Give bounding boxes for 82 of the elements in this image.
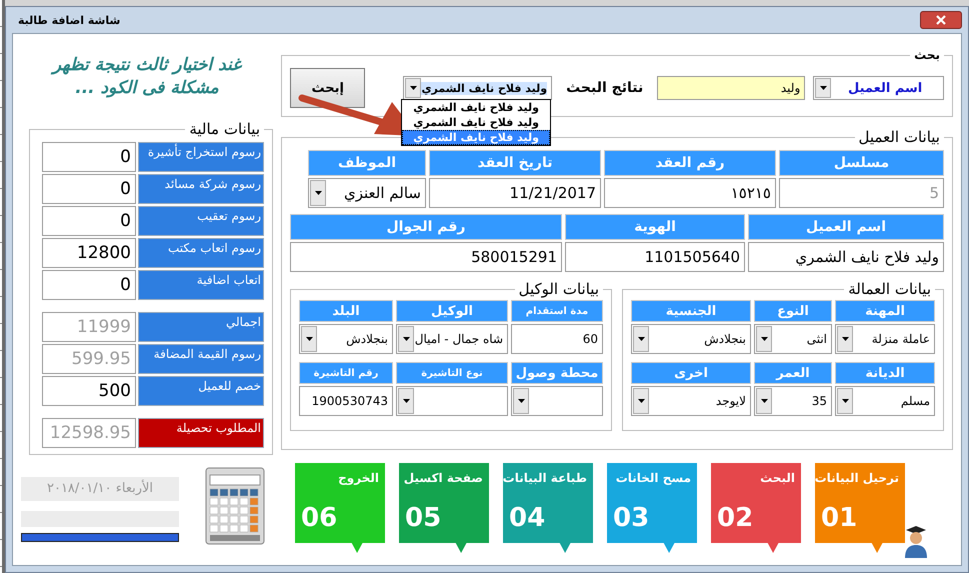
field-label: رسوم استخراج تأشيرة bbox=[138, 142, 264, 172]
group-title: بحث bbox=[913, 48, 941, 62]
calculator-icon bbox=[205, 467, 265, 545]
field-label: المهنة bbox=[835, 300, 935, 322]
combo-box[interactable]: سالم العنزي bbox=[308, 178, 426, 208]
combo-box[interactable]: لايوجد bbox=[631, 386, 751, 416]
group-title: بيانات العميل bbox=[858, 128, 941, 146]
field-label: اتعاب اضافية bbox=[138, 270, 264, 300]
person-icon bbox=[903, 525, 929, 559]
close-icon bbox=[936, 15, 946, 25]
combo-box[interactable] bbox=[396, 386, 508, 416]
caret-icon bbox=[402, 337, 410, 341]
caret-icon bbox=[306, 337, 312, 341]
field-label: رقم العقد bbox=[604, 150, 776, 176]
field-label: الهوية bbox=[565, 214, 745, 240]
field-label: رسوم القيمة المضافة bbox=[138, 344, 264, 374]
caret-icon bbox=[842, 399, 848, 403]
field-label: مدة استقدام bbox=[511, 300, 603, 322]
field-label: الموظف bbox=[308, 150, 426, 176]
combo-box[interactable]: شاه جمال - اميال bbox=[396, 324, 508, 354]
caret-icon bbox=[402, 399, 410, 403]
text-field[interactable]: وليد فلاح نايف الشمري bbox=[748, 242, 944, 272]
combo-box[interactable]: بنجلادش bbox=[299, 324, 393, 354]
amount-field[interactable]: 0 bbox=[42, 142, 136, 172]
caret-icon bbox=[638, 337, 644, 341]
amount-field[interactable]: 500 bbox=[42, 376, 136, 406]
amount-field[interactable]: 12800 bbox=[42, 238, 136, 268]
combo-box[interactable]: بنجلادش bbox=[631, 324, 751, 354]
search-button[interactable]: إبحث bbox=[290, 68, 366, 108]
combo-box[interactable] bbox=[511, 386, 603, 416]
caret-icon bbox=[638, 399, 644, 403]
caret-icon bbox=[820, 86, 827, 90]
field-label: الديانة bbox=[835, 362, 935, 384]
field-label: نوع التاشيرة bbox=[396, 362, 508, 384]
field-label: اخرى bbox=[631, 362, 751, 384]
results-label: نتائج البحث bbox=[566, 80, 644, 96]
combo-box[interactable]: اسم العميل bbox=[813, 76, 944, 100]
dropdown-item[interactable]: وليد فلاح نايف الشمري bbox=[402, 130, 550, 145]
combo-box[interactable]: 35 bbox=[754, 386, 832, 416]
field-label: رسوم تعقيب bbox=[138, 206, 264, 236]
text-field[interactable]: 580015291 bbox=[290, 242, 562, 272]
field-label: الوكيل bbox=[396, 300, 508, 322]
field-label: رقم التاشيرة bbox=[299, 362, 393, 384]
combo-box[interactable]: انثى bbox=[754, 324, 832, 354]
caret-icon bbox=[760, 337, 768, 341]
caret-icon bbox=[842, 337, 848, 341]
field-label: تاريخ العقد bbox=[429, 150, 601, 176]
close-button[interactable] bbox=[920, 11, 962, 29]
annotation-text: غند اختيار ثالث نتيجة تظهر مشكلة فى الكود ... bbox=[50, 54, 244, 100]
field-label: البلد bbox=[299, 300, 393, 322]
amount-field[interactable]: 0 bbox=[42, 206, 136, 236]
field-label: المطلوب تحصيلة bbox=[138, 418, 264, 448]
caret-icon bbox=[518, 399, 524, 403]
field-label: رقم الجوال bbox=[290, 214, 562, 240]
group-title: بيانات الوكيل bbox=[518, 280, 600, 298]
field-label: النوع bbox=[754, 300, 832, 322]
field-label: الجنسية bbox=[631, 300, 751, 322]
caret-icon bbox=[410, 86, 417, 90]
group-title: بيانات العمالة bbox=[847, 280, 932, 298]
field-label: محطة وصول bbox=[511, 362, 603, 384]
field-label: مسلسل bbox=[779, 150, 944, 176]
field-label: خصم للعميل bbox=[138, 376, 264, 406]
search-field[interactable]: وليد bbox=[657, 76, 806, 100]
amount-field[interactable]: 0 bbox=[42, 174, 136, 204]
text-field[interactable]: 60 bbox=[511, 324, 603, 354]
text-field[interactable]: 11/21/2017 bbox=[429, 178, 601, 208]
field-label: رسوم اتعاب مكتب bbox=[138, 238, 264, 268]
group-title: بيانات مالية bbox=[188, 120, 261, 138]
amount-field[interactable]: 0 bbox=[42, 270, 136, 300]
combo-box[interactable]: مسلم bbox=[835, 386, 935, 416]
date-text: الأربعاء ٢٠١٨/٠١/١٠ bbox=[21, 477, 179, 501]
caret-icon bbox=[314, 191, 322, 195]
field-label: رسوم شركة مسائد bbox=[138, 174, 264, 204]
combo-box[interactable]: عاملة منزلة bbox=[835, 324, 935, 354]
field-label: اجمالي bbox=[138, 312, 264, 342]
caret-icon bbox=[760, 399, 768, 403]
window-title: شاشة اضافة طالبة bbox=[17, 14, 120, 26]
text-field[interactable]: 1101505640 bbox=[565, 242, 745, 272]
field-label: العمر bbox=[754, 362, 832, 384]
text-field[interactable]: 1900530743 bbox=[299, 386, 393, 416]
text-field[interactable]: ١٥٢١٥ bbox=[604, 178, 776, 208]
field-label: اسم العميل bbox=[748, 214, 944, 240]
